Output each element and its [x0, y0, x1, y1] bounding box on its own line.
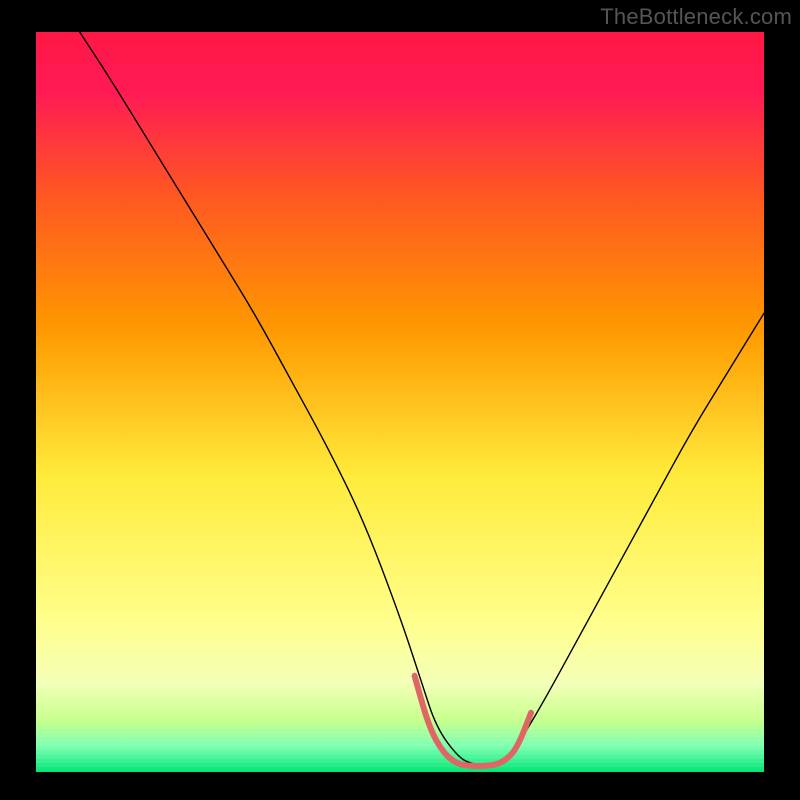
attribution-text: TheBottleneck.com [600, 4, 792, 30]
bottleneck-chart-figure: TheBottleneck.com [0, 0, 800, 800]
gradient-background [36, 32, 764, 772]
chart-svg [36, 32, 764, 772]
plot-area [36, 32, 764, 772]
